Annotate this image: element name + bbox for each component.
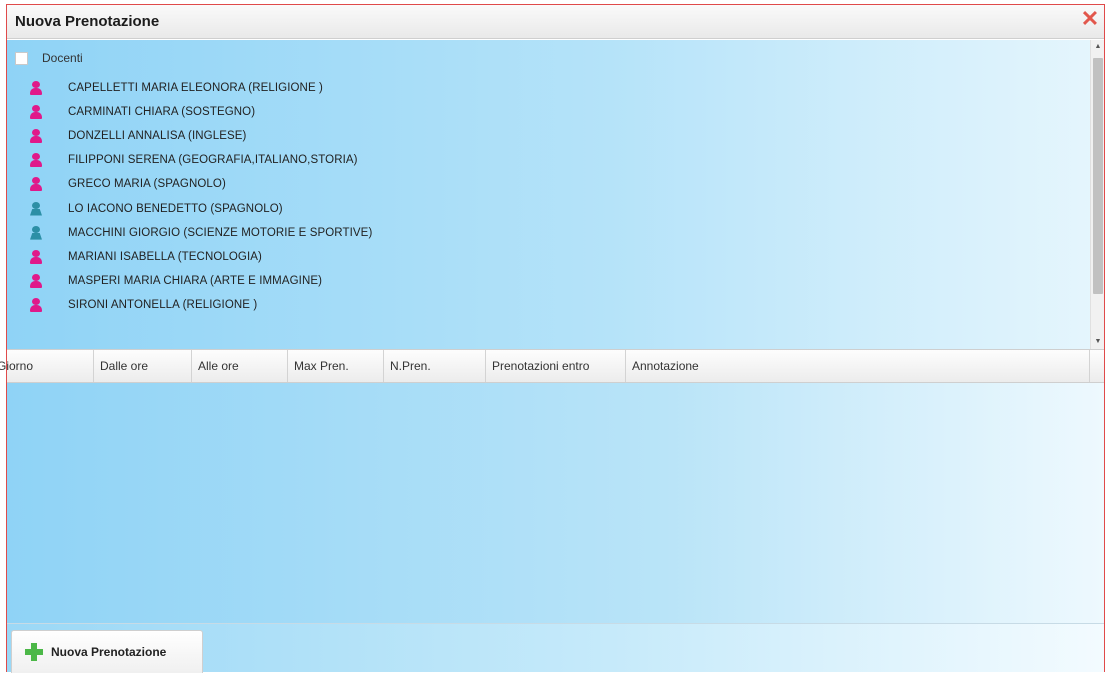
teacher-item[interactable]: LO IACONO BENEDETTO (SPAGNOLO) (29, 196, 372, 220)
teacher-item[interactable]: CAPELLETTI MARIA ELEONORA (RELIGIONE ) (29, 76, 372, 100)
teacher-item[interactable]: MACCHINI GIORGIO (SCIENZE MOTORIE E SPOR… (29, 221, 372, 245)
teacher-item[interactable]: CARMINATI CHIARA (SOSTEGNO) (29, 100, 372, 124)
column-header-max-pren[interactable]: Max Pren. (288, 350, 384, 382)
female-user-icon (29, 105, 43, 120)
tree-root-docenti[interactable]: Docenti (15, 50, 83, 66)
teacher-item[interactable]: MARIANI ISABELLA (TECNOLOGIA) (29, 245, 372, 269)
female-user-icon (29, 297, 43, 312)
bookings-grid-body (7, 383, 1104, 623)
male-user-icon (29, 225, 43, 240)
tree-root-label: Docenti (42, 51, 83, 65)
column-header-prenotazioni-entro[interactable]: Prenotazioni entro (486, 350, 626, 382)
title-bar: Nuova Prenotazione ✕ (7, 5, 1104, 39)
teacher-label: LO IACONO BENEDETTO (SPAGNOLO) (68, 202, 283, 215)
window-title: Nuova Prenotazione (15, 13, 160, 30)
scroll-down-icon[interactable]: ▼ (1091, 335, 1104, 349)
female-user-icon (29, 177, 43, 192)
folder-icon (15, 51, 28, 65)
teacher-label: GRECO MARIA (SPAGNOLO) (68, 178, 226, 191)
teacher-label: CAPELLETTI MARIA ELEONORA (RELIGIONE ) (68, 82, 323, 95)
column-header-dalle-ore[interactable]: Dalle ore (94, 350, 192, 382)
close-icon[interactable]: ✕ (1080, 8, 1100, 30)
teacher-label: FILIPPONI SERENA (GEOGRAFIA,ITALIANO,STO… (68, 154, 358, 167)
teacher-item[interactable]: GRECO MARIA (SPAGNOLO) (29, 172, 372, 196)
new-booking-button-label: Nuova Prenotazione (51, 645, 167, 659)
plus-icon (25, 643, 43, 661)
new-booking-window: Nuova Prenotazione ✕ Docenti CAPELLETTI … (0, 4, 1105, 673)
column-header-n-pren[interactable]: N.Pren. (384, 350, 486, 382)
female-user-icon (29, 249, 43, 264)
teacher-item[interactable]: FILIPPONI SERENA (GEOGRAFIA,ITALIANO,STO… (29, 148, 372, 172)
teacher-label: MACCHINI GIORGIO (SCIENZE MOTORIE E SPOR… (68, 226, 373, 239)
teacher-label: SIRONI ANTONELLA (RELIGIONE ) (68, 298, 258, 311)
column-header-giorno[interactable]: Giorno (0, 350, 94, 382)
teacher-label: DONZELLI ANNALISA (INGLESE) (68, 130, 247, 143)
teacher-item[interactable]: DONZELLI ANNALISA (INGLESE) (29, 124, 372, 148)
scroll-up-icon[interactable]: ▲ (1091, 40, 1104, 54)
teacher-label: CARMINATI CHIARA (SOSTEGNO) (68, 106, 256, 119)
teacher-item[interactable]: MASPERI MARIA CHIARA (ARTE E IMMAGINE) (29, 269, 372, 293)
teachers-tree: Docenti CAPELLETTI MARIA ELEONORA (RELIG… (7, 40, 1104, 349)
teacher-label: MARIANI ISABELLA (TECNOLOGIA) (68, 250, 262, 263)
column-header-annotazione[interactable]: Annotazione (626, 350, 1090, 382)
footer-toolbar: Nuova Prenotazione (7, 623, 1104, 673)
teachers-list: CAPELLETTI MARIA ELEONORA (RELIGIONE ) C… (29, 76, 372, 317)
female-user-icon (29, 81, 43, 96)
scroll-thumb[interactable] (1093, 58, 1103, 294)
column-header-alle-ore[interactable]: Alle ore (192, 350, 288, 382)
female-user-icon (29, 153, 43, 168)
tree-scrollbar[interactable]: ▲ ▼ (1090, 40, 1104, 349)
new-booking-button[interactable]: Nuova Prenotazione (11, 630, 203, 673)
teacher-item[interactable]: SIRONI ANTONELLA (RELIGIONE ) (29, 293, 372, 317)
male-user-icon (29, 201, 43, 216)
bookings-grid-header: Giorno Dalle ore Alle ore Max Pren. N.Pr… (0, 349, 1104, 383)
female-user-icon (29, 129, 43, 144)
teacher-label: MASPERI MARIA CHIARA (ARTE E IMMAGINE) (68, 274, 323, 287)
female-user-icon (29, 273, 43, 288)
